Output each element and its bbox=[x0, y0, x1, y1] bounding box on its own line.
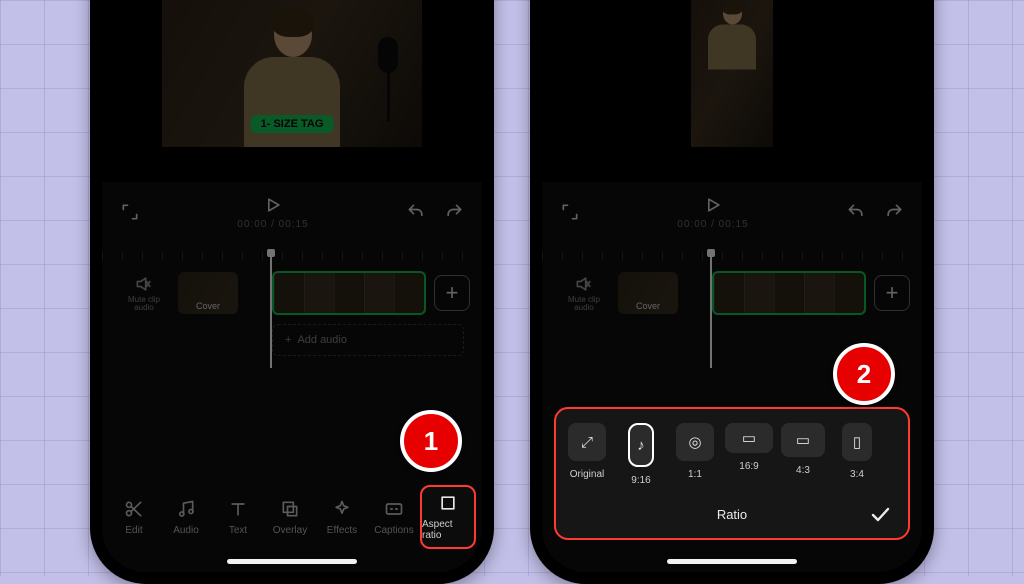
size-tag-overlay: 1- SIZE TAG bbox=[251, 115, 334, 133]
overlay-icon bbox=[280, 499, 300, 519]
tool-label: Overlay bbox=[273, 525, 307, 536]
play-icon[interactable] bbox=[263, 195, 283, 215]
undo-icon[interactable] bbox=[846, 202, 866, 222]
ratio-original[interactable]: ⤢ Original bbox=[566, 423, 608, 486]
video-frame: 1- SIZE TAG bbox=[162, 0, 422, 147]
play-icon[interactable] bbox=[703, 195, 723, 215]
timecode-readout: 00:00 / 00:15 bbox=[677, 219, 748, 230]
add-audio-label: Add audio bbox=[297, 334, 347, 346]
clip-strip[interactable] bbox=[712, 271, 866, 315]
ratio-label: 16:9 bbox=[739, 461, 758, 472]
redo-icon[interactable] bbox=[884, 202, 904, 222]
clip-strip[interactable] bbox=[272, 271, 426, 315]
add-audio-track[interactable]: + Add audio bbox=[272, 324, 464, 356]
undo-icon[interactable] bbox=[406, 202, 426, 222]
playback-bar: 00:00 / 00:15 bbox=[102, 188, 482, 236]
phone-step1: 1- SIZE TAG 00:00 / 00:15 bbox=[90, 0, 494, 584]
home-indicator bbox=[227, 559, 357, 564]
phone-step2: 00:00 / 00:15 Mute clipaudio Cover bbox=[530, 0, 934, 584]
cover-label: Cover bbox=[196, 301, 220, 314]
home-indicator bbox=[667, 559, 797, 564]
tool-label: Effects bbox=[327, 525, 357, 536]
aspect-ratio-icon bbox=[438, 493, 458, 513]
mute-label-l2: audio bbox=[574, 303, 594, 312]
instagram-icon: ◎ bbox=[688, 433, 701, 451]
ratio-list[interactable]: ⤢ Original ♪ 9:16 ◎ 1:1 ▭ 16:9 ▭ 4:3 ▯ 3… bbox=[566, 423, 898, 486]
video-preview[interactable]: 1- SIZE TAG bbox=[102, 0, 482, 182]
plus-icon: + bbox=[446, 280, 459, 306]
ratio-panel-title: Ratio bbox=[717, 507, 747, 522]
text-icon bbox=[228, 499, 248, 519]
tool-label: Captions bbox=[374, 525, 413, 536]
ratio-label: 9:16 bbox=[631, 475, 650, 486]
timecode-readout: 00:00 / 00:15 bbox=[237, 219, 308, 230]
time-current: 00:00 bbox=[237, 219, 267, 230]
time-ticks bbox=[102, 252, 482, 260]
ratio-1-1[interactable]: ◎ 1:1 bbox=[674, 423, 716, 486]
time-total: 00:15 bbox=[719, 219, 749, 230]
time-total: 00:15 bbox=[279, 219, 309, 230]
subject-silhouette bbox=[702, 0, 762, 70]
tool-aspect-ratio[interactable]: Aspect ratio bbox=[420, 485, 476, 549]
youtube-icon: ▭ bbox=[742, 429, 756, 447]
portrait-icon: ▯ bbox=[853, 433, 861, 451]
sparkle-icon bbox=[332, 499, 352, 519]
ratio-3-4[interactable]: ▯ 3:4 bbox=[836, 423, 878, 486]
ratio-5-8[interactable]: ▯ 5:8* bbox=[890, 423, 898, 486]
cover-label: Cover bbox=[636, 301, 660, 314]
step-badge-2: 2 bbox=[833, 343, 895, 405]
music-note-icon bbox=[176, 499, 196, 519]
ratio-16-9[interactable]: ▭ 16:9 bbox=[728, 423, 770, 486]
ratio-panel: ⤢ Original ♪ 9:16 ◎ 1:1 ▭ 16:9 ▭ 4:3 ▯ 3… bbox=[554, 407, 910, 540]
fullscreen-icon[interactable] bbox=[120, 202, 140, 222]
ratio-4-3[interactable]: ▭ 4:3 bbox=[782, 423, 824, 486]
mute-label-l2: audio bbox=[134, 303, 154, 312]
ratio-label: 1:1 bbox=[688, 469, 702, 480]
mute-clip-button[interactable]: Mute clipaudio bbox=[120, 272, 168, 314]
tool-audio[interactable]: Audio bbox=[160, 493, 212, 542]
tool-text[interactable]: Text bbox=[212, 493, 264, 542]
speaker-muted-icon bbox=[134, 274, 154, 294]
tool-label: Text bbox=[229, 525, 247, 536]
youtube-icon: ▭ bbox=[796, 431, 810, 449]
expand-icon: ⤢ bbox=[581, 434, 593, 451]
step-badge-1: 1 bbox=[400, 410, 462, 472]
scissors-icon bbox=[124, 499, 144, 519]
add-clip-button[interactable]: + bbox=[434, 275, 470, 311]
plus-icon: + bbox=[886, 280, 899, 306]
redo-icon[interactable] bbox=[444, 202, 464, 222]
playback-bar: 00:00 / 00:15 bbox=[542, 188, 922, 236]
add-clip-button[interactable]: + bbox=[874, 275, 910, 311]
ratio-label: Original bbox=[570, 469, 604, 480]
tool-edit[interactable]: Edit bbox=[108, 493, 160, 542]
speaker-muted-icon bbox=[574, 274, 594, 294]
tool-label: Aspect ratio bbox=[422, 519, 474, 541]
microphone-graphic bbox=[354, 37, 410, 127]
time-ticks bbox=[542, 252, 922, 260]
ratio-label: 4:3 bbox=[796, 465, 810, 476]
captions-icon bbox=[384, 499, 404, 519]
tiktok-icon: ♪ bbox=[637, 437, 645, 454]
cover-thumbnail[interactable]: Cover bbox=[618, 272, 678, 314]
plus-icon: + bbox=[285, 334, 291, 346]
cover-thumbnail[interactable]: Cover bbox=[178, 272, 238, 314]
time-current: 00:00 bbox=[677, 219, 707, 230]
ratio-label: 3:4 bbox=[850, 469, 864, 480]
tool-captions[interactable]: Captions bbox=[368, 493, 420, 542]
tool-label: Audio bbox=[173, 525, 199, 536]
bottom-toolbar: Edit Audio Text Overlay Effects bbox=[102, 486, 482, 548]
ratio-9-16[interactable]: ♪ 9:16 bbox=[620, 423, 662, 486]
check-icon bbox=[868, 502, 892, 526]
timeline[interactable]: Mute clipaudio Cover + + Add audio bbox=[102, 252, 482, 382]
tool-overlay[interactable]: Overlay bbox=[264, 493, 316, 542]
confirm-button[interactable] bbox=[868, 502, 892, 526]
video-frame-9-16 bbox=[691, 0, 773, 147]
tool-effects[interactable]: Effects bbox=[316, 493, 368, 542]
video-preview[interactable] bbox=[542, 0, 922, 182]
fullscreen-icon[interactable] bbox=[560, 202, 580, 222]
mute-clip-button[interactable]: Mute clipaudio bbox=[560, 272, 608, 314]
tool-label: Edit bbox=[125, 525, 142, 536]
